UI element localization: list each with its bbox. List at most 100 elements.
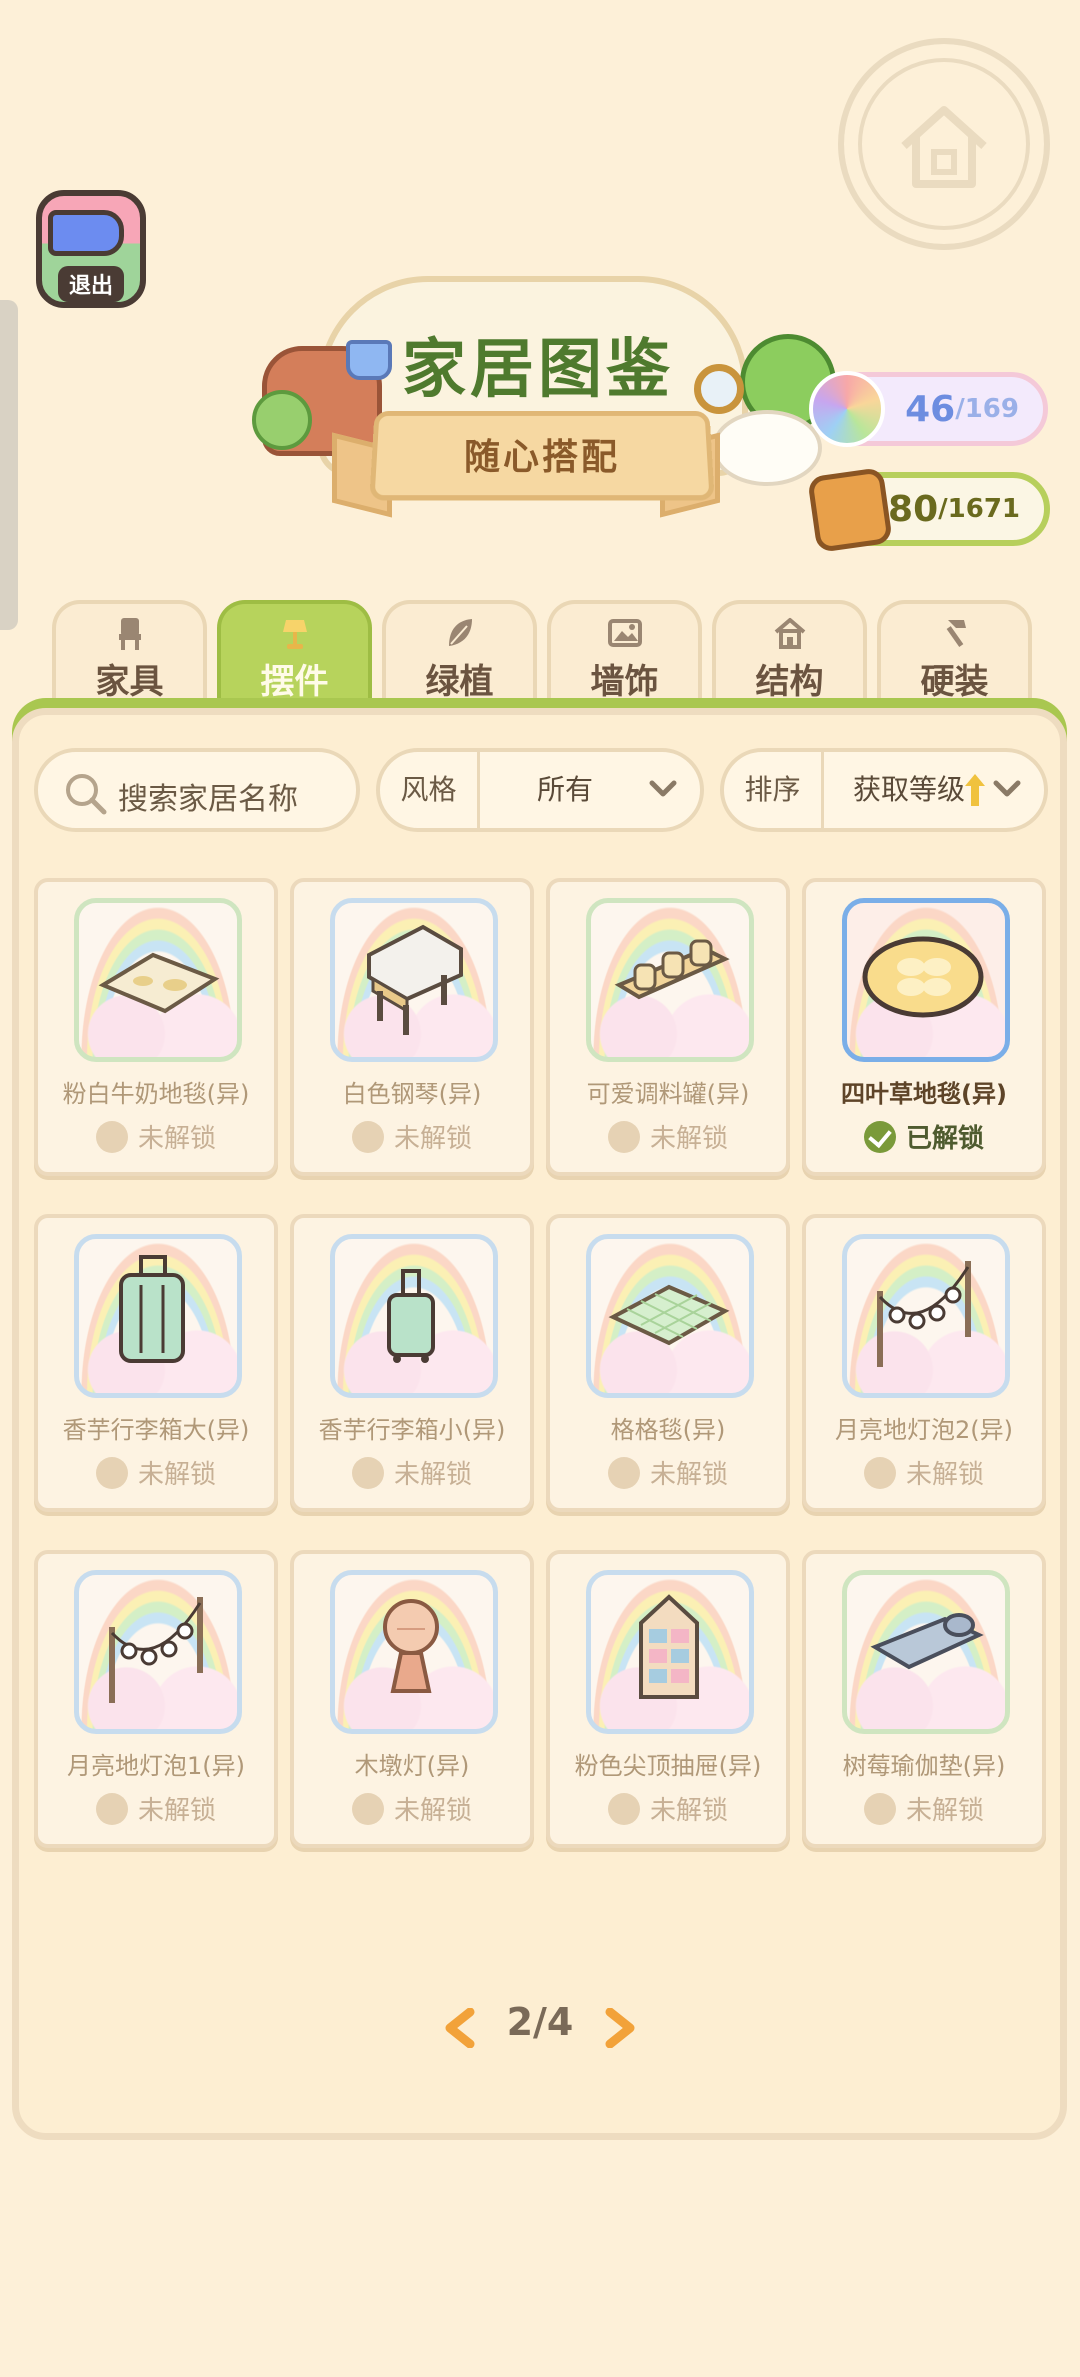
sort-label: 排序	[724, 752, 824, 828]
item-status: 未解锁	[38, 1454, 274, 1492]
lock-status-icon	[95, 1792, 128, 1825]
next-page-button[interactable]	[602, 2008, 638, 2048]
rainbow-counter: 46 /169	[809, 371, 1048, 447]
item-card[interactable]: 格格毯(异) 未解锁	[546, 1214, 790, 1512]
item-status: 未解锁	[550, 1790, 786, 1828]
item-card[interactable]: 可爱调料罐(异) 未解锁	[546, 878, 790, 1176]
tab-hardcover[interactable]: 硬装	[877, 600, 1032, 712]
tab-structure[interactable]: 结构	[712, 600, 867, 712]
hammer-icon	[946, 620, 966, 647]
chair-icon	[118, 618, 141, 650]
item-status: 未解锁	[806, 1790, 1042, 1828]
tab-ornaments[interactable]: 摆件	[217, 600, 372, 712]
suitcase-large-icon	[119, 1255, 185, 1363]
item-thumbnail	[74, 1234, 242, 1398]
lock-status-icon	[95, 1120, 128, 1153]
item-thumbnail	[842, 898, 1010, 1062]
tab-label: 结构	[755, 662, 824, 702]
item-thumbnail	[74, 898, 242, 1062]
check-icon	[863, 1120, 896, 1153]
item-card[interactable]: 月亮地灯泡2(异) 未解锁	[802, 1214, 1046, 1512]
lock-status-icon	[607, 1120, 640, 1153]
item-card[interactable]: 香芋行李箱大(异) 未解锁	[34, 1214, 278, 1512]
status-text: 未解锁	[905, 1460, 984, 1490]
tab-label: 硬装	[920, 662, 989, 702]
exit-label: 退出	[58, 266, 124, 302]
item-card[interactable]: 四叶草地毯(异) 已解锁	[802, 878, 1046, 1176]
status-text: 未解锁	[649, 1124, 728, 1154]
status-text: 未解锁	[649, 1460, 728, 1490]
tab-label: 绿植	[425, 662, 494, 702]
clover-rug-icon	[862, 936, 984, 1018]
lock-status-icon	[607, 1792, 640, 1825]
status-text: 未解锁	[137, 1460, 216, 1490]
collection-total: /1671	[938, 494, 1020, 524]
item-card[interactable]: 月亮地灯泡1(异) 未解锁	[34, 1550, 278, 1848]
status-text: 未解锁	[905, 1796, 984, 1826]
item-thumbnail	[74, 1570, 242, 1734]
piano-icon	[367, 924, 463, 1035]
status-text: 未解锁	[137, 1796, 216, 1826]
item-card[interactable]: 香芋行李箱小(异) 未解锁	[290, 1214, 534, 1512]
tab-furniture[interactable]: 家具	[52, 600, 207, 712]
style-filter-dropdown[interactable]: 风格 所有	[376, 748, 704, 832]
grid-rug-icon	[608, 1284, 730, 1346]
category-tabs: 家具 摆件 绿植 墙饰 结构 硬装	[52, 600, 1036, 712]
item-status: 已解锁	[806, 1118, 1042, 1156]
item-thumbnail	[330, 1570, 498, 1734]
chevron-down-icon	[649, 780, 677, 797]
lamp-icon	[282, 620, 307, 649]
item-card[interactable]: 粉白牛奶地毯(异) 未解锁	[34, 878, 278, 1176]
style-filter-label: 风格	[380, 752, 480, 828]
home-stamp-icon[interactable]	[838, 38, 1050, 250]
stump-lamp-icon	[383, 1599, 439, 1693]
item-name: 月亮地灯泡2(异)	[835, 1416, 1013, 1444]
item-thumbnail	[330, 1234, 498, 1398]
back-arrow-icon	[48, 210, 124, 256]
page-subtitle: 随心搭配	[463, 437, 620, 478]
sort-dropdown[interactable]: 排序 获取等级	[720, 748, 1048, 832]
item-name: 木墩灯(异)	[354, 1752, 470, 1780]
pagination: 2/4	[430, 2000, 650, 2060]
side-drag-handle[interactable]	[0, 300, 18, 630]
status-text: 已解锁	[905, 1124, 984, 1154]
item-name: 格格毯(异)	[610, 1416, 726, 1444]
status-text: 未解锁	[393, 1460, 472, 1490]
item-status: 未解锁	[38, 1790, 274, 1828]
search-input[interactable]: 搜索家居名称	[34, 748, 360, 832]
rainbow-total: /169	[955, 394, 1019, 424]
style-filter-value: 所有	[536, 773, 593, 806]
jars-icon	[614, 939, 730, 1000]
rainbow-count: 46	[905, 388, 956, 430]
status-text: 未解锁	[649, 1796, 728, 1826]
chevron-down-icon	[993, 780, 1021, 797]
item-status: 未解锁	[294, 1790, 530, 1828]
lock-status-icon	[95, 1456, 128, 1489]
item-status: 未解锁	[294, 1118, 530, 1156]
rug-icon	[98, 952, 220, 1014]
search-icon	[66, 774, 107, 815]
tab-plants[interactable]: 绿植	[382, 600, 537, 712]
item-card[interactable]: 粉色尖顶抽屉(异) 未解锁	[546, 1550, 790, 1848]
collection-counter: 580 /1671	[807, 467, 1050, 553]
string-lights-icon	[877, 1261, 971, 1367]
book-icon	[807, 467, 893, 553]
item-status: 未解锁	[550, 1118, 786, 1156]
item-name: 月亮地灯泡1(异)	[67, 1752, 245, 1780]
item-thumbnail	[842, 1570, 1010, 1734]
item-card[interactable]: 树莓瑜伽垫(异) 未解锁	[802, 1550, 1046, 1848]
status-text: 未解锁	[393, 1796, 472, 1826]
item-status: 未解锁	[806, 1454, 1042, 1492]
item-thumbnail	[586, 1570, 754, 1734]
item-thumbnail	[586, 898, 754, 1062]
rainbow-icon	[809, 371, 885, 447]
exit-button[interactable]: 退出	[36, 190, 146, 308]
tab-wall-decor[interactable]: 墙饰	[547, 600, 702, 712]
item-card[interactable]: 白色钢琴(异) 未解锁	[290, 878, 534, 1176]
prev-page-button[interactable]	[442, 2008, 478, 2048]
tab-label: 摆件	[260, 662, 329, 702]
house-icon	[774, 618, 805, 649]
tab-label: 家具	[95, 662, 164, 702]
lock-status-icon	[351, 1792, 384, 1825]
item-card[interactable]: 木墩灯(异) 未解锁	[290, 1550, 534, 1848]
